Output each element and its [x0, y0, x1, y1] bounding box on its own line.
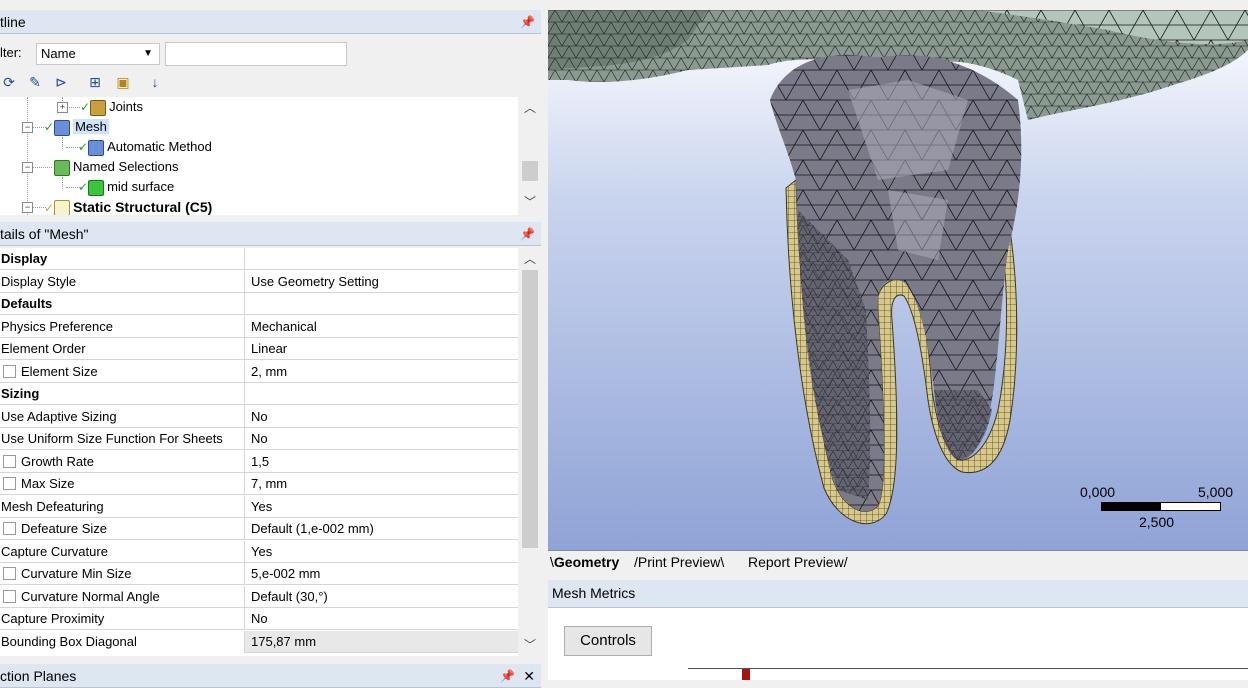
details-scrollbar[interactable]: ︿ ﹀	[519, 248, 541, 656]
mesh-model[interactable]	[548, 10, 1248, 550]
property-row[interactable]: Capture Curvature Yes	[0, 540, 518, 563]
outline-title: tline	[0, 14, 26, 30]
parameter-checkbox[interactable]	[3, 567, 16, 580]
outline-header: tline 📌	[0, 10, 541, 34]
close-icon[interactable]: ✕	[523, 664, 535, 688]
joints-icon	[90, 99, 107, 116]
details-header: tails of "Mesh" 📌	[0, 222, 541, 246]
expand-all-icon[interactable]: ⊞	[86, 73, 104, 91]
check-icon: ✓	[78, 180, 89, 194]
check-icon: ✓	[44, 120, 55, 134]
expand-icon[interactable]: +	[57, 102, 68, 113]
parameter-checkbox[interactable]	[3, 477, 16, 490]
tree-item-static-structural[interactable]: ✓ Static Structural (C5)	[44, 197, 212, 215]
selection-icon	[88, 179, 105, 196]
named-selections-icon	[54, 159, 70, 176]
mesh-metrics-panel: Controls	[548, 608, 1248, 680]
property-row[interactable]: Display Style Use Geometry Setting	[0, 270, 518, 293]
pin-icon[interactable]: 📌	[500, 664, 515, 688]
controls-button[interactable]: Controls	[564, 626, 652, 656]
filter-input[interactable]	[165, 42, 347, 66]
category-row[interactable]: Defaults	[0, 293, 518, 315]
scale-bar	[1101, 502, 1221, 511]
filter-select[interactable]: Name ▼	[36, 43, 160, 65]
property-row[interactable]: Growth Rate 1,5	[0, 450, 518, 473]
check-icon: ✓	[80, 100, 91, 114]
property-row[interactable]: Mesh Defeaturing Yes	[0, 495, 518, 518]
view-tabs: \Geometry /Print Preview\ Report Preview…	[548, 550, 1248, 573]
tab-geometry[interactable]: \Geometry	[550, 554, 619, 570]
pin-icon[interactable]: 📌	[520, 10, 535, 34]
tree-item-joints[interactable]: ✓ Joints	[80, 97, 143, 117]
section-planes-header: ction Planes 📌 ✕	[0, 664, 541, 688]
property-row[interactable]: Defeature Size Default (1,e-002 mm)	[0, 518, 518, 540]
edit-icon[interactable]: ✎	[26, 73, 44, 91]
mesh-method-icon	[88, 139, 105, 156]
scale-bar-segment	[1102, 503, 1161, 510]
parameter-checkbox[interactable]	[3, 589, 16, 603]
scroll-thumb[interactable]	[522, 161, 538, 181]
tree-item-named-selections[interactable]: Named Selections	[54, 157, 179, 177]
scroll-down-icon[interactable]: ﹀	[519, 193, 541, 211]
filter-row: lter: Name ▼	[0, 40, 541, 66]
mesh-icon	[54, 119, 71, 136]
mesh-metrics-title: Mesh Metrics	[552, 585, 636, 601]
parameter-checkbox[interactable]	[3, 364, 16, 378]
parameter-checkbox[interactable]	[3, 522, 16, 535]
pin-icon[interactable]: 📌	[520, 222, 535, 246]
folder-icon[interactable]: ▣	[114, 73, 132, 91]
property-row[interactable]: Bounding Box Diagonal 175,87 mm	[0, 630, 518, 653]
check-icon: ✓	[78, 140, 89, 154]
filter-label: lter:	[0, 45, 22, 60]
mesh-metrics-header: Mesh Metrics	[548, 580, 1248, 608]
tree-item-mid-surface[interactable]: ✓ mid surface	[78, 177, 174, 197]
details-title: tails of "Mesh"	[0, 226, 89, 242]
analysis-icon	[54, 200, 71, 215]
property-row[interactable]: Element Size 2, mm	[0, 360, 518, 383]
tree-scrollbar[interactable]: ︿ ﹀	[519, 97, 541, 215]
property-row[interactable]: Use Uniform Size Function For Sheets No	[0, 428, 518, 450]
parameter-checkbox[interactable]	[3, 454, 16, 468]
scale-label-mid: 2,500	[1139, 514, 1175, 530]
metrics-chart-bar[interactable]	[742, 669, 750, 680]
outline-toolbar: ⟳ ✎ ⊳ ⊞ ▣ ↓	[0, 70, 541, 96]
scroll-down-icon[interactable]: ﹀	[519, 636, 541, 654]
property-row[interactable]: Physics Preference Mechanical	[0, 315, 518, 338]
scale-label-left: 0,000	[1080, 484, 1116, 500]
property-row[interactable]: Curvature Min Size 5,e-002 mm	[0, 563, 518, 585]
property-row[interactable]: Element Order Linear	[0, 338, 518, 360]
branch-icon[interactable]: ⊳	[52, 73, 70, 91]
scroll-up-icon[interactable]: ︿	[519, 99, 541, 117]
section-planes-title: ction Planes	[0, 668, 77, 684]
category-row[interactable]: Sizing	[0, 383, 518, 405]
sort-az-icon[interactable]: ↓	[146, 73, 164, 91]
category-row[interactable]: Display	[0, 248, 518, 270]
property-row[interactable]: Max Size 7, mm	[0, 473, 518, 495]
collapse-icon[interactable]: −	[22, 162, 33, 173]
details-grid: Display Display Style Use Geometry Settin…	[0, 248, 518, 656]
tab-print-preview[interactable]: /Print Preview\	[634, 554, 724, 570]
metrics-chart-axis	[688, 668, 1248, 669]
left-pane: tline 📌 lter: Name ▼ ⟳ ✎ ⊳ ⊞ ▣ ↓ + − − −	[0, 0, 544, 688]
property-row[interactable]: Capture Proximity No	[0, 608, 518, 630]
graphics-viewport[interactable]: 0,000 5,000 2,500	[548, 10, 1248, 550]
filter-select-value: Name	[41, 46, 76, 61]
refresh-icon[interactable]: ⟳	[0, 73, 18, 91]
chevron-down-icon: ▼	[143, 48, 153, 59]
check-icon: ✓	[44, 201, 55, 215]
scroll-thumb[interactable]	[522, 270, 538, 548]
scale-label-right: 5,000	[1198, 484, 1234, 500]
tab-report-preview[interactable]: Report Preview/	[748, 554, 848, 570]
outline-tree: + − − − ✓ Joints ✓ Mesh ✓ Automatic Method …	[0, 97, 518, 215]
property-row[interactable]: Curvature Normal Angle Default (30,°)	[0, 585, 518, 608]
tree-item-mesh[interactable]: ✓ Mesh	[44, 117, 109, 137]
tree-item-automatic-method[interactable]: ✓ Automatic Method	[78, 137, 212, 157]
property-row[interactable]: Use Adaptive Sizing No	[0, 405, 518, 428]
collapse-icon[interactable]: −	[22, 122, 33, 133]
scroll-up-icon[interactable]: ︿	[519, 250, 541, 268]
collapse-icon[interactable]: −	[22, 202, 33, 213]
